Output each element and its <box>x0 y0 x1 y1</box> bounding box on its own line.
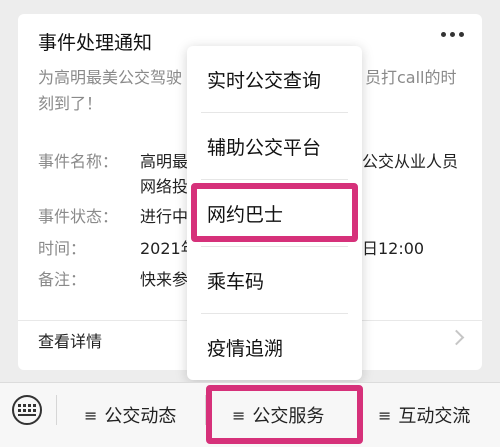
tab-label: 公交动态 <box>104 406 177 427</box>
field-value-event-status: 进行中 <box>140 207 189 226</box>
menu-lines-icon: ≡ <box>84 405 98 425</box>
tab-label: 互动交流 <box>398 406 471 427</box>
card-title: 事件处理通知 <box>38 32 153 54</box>
tab-interaction[interactable]: ≡ 互动交流 <box>378 383 470 447</box>
field-value-event-name-tail: 公交从业人员 <box>362 152 459 171</box>
field-value-event-name: 高明最 <box>140 152 189 171</box>
field-label-time: 时间： <box>38 239 87 258</box>
field-label-event-name: 事件名称： <box>38 152 119 171</box>
tab-bus-dynamics[interactable]: ≡ 公交动态 <box>84 383 176 447</box>
keyboard-icon[interactable] <box>12 395 42 425</box>
highlight-online-bus <box>191 183 358 242</box>
field-label-event-status: 事件状态： <box>38 207 119 226</box>
card-description-tail: 员打call的时 <box>365 68 457 87</box>
card-description-line2: 刻到了！ <box>38 94 103 113</box>
more-options-icon[interactable] <box>441 32 464 37</box>
menu-item-ride-code[interactable]: 乘车码 <box>187 247 362 313</box>
menu-item-assist-platform[interactable]: 辅助公交平台 <box>187 113 362 179</box>
menu-item-epidemic-trace[interactable]: 疫情追溯 <box>187 314 362 380</box>
card-description: 为高明最美公交驾驶 <box>38 68 183 87</box>
menu-item-realtime-bus[interactable]: 实时公交查询 <box>187 46 362 112</box>
tab-divider <box>56 395 57 425</box>
menu-lines-icon: ≡ <box>378 405 392 425</box>
highlight-bus-service-tab <box>206 385 363 444</box>
field-value-event-name-line2: 网络投 <box>140 177 189 196</box>
view-details-link[interactable]: 查看详情 <box>38 328 102 352</box>
field-value-remark: 快来参 <box>140 270 189 289</box>
chevron-right-icon <box>448 329 465 346</box>
field-label-remark: 备注： <box>38 270 87 289</box>
field-value-time-tail: 日12:00 <box>362 239 425 258</box>
